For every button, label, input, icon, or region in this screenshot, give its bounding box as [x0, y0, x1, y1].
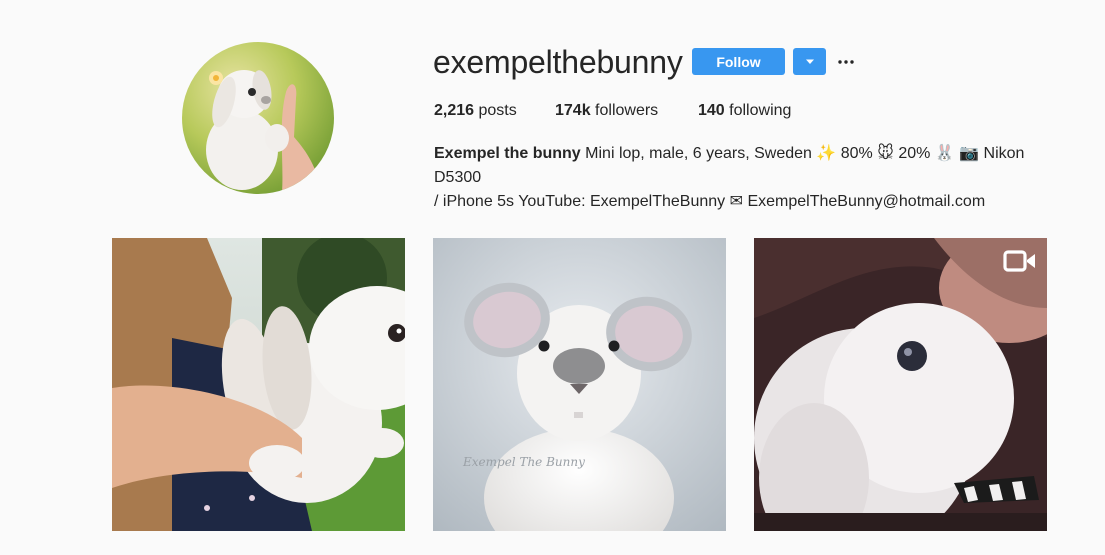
post-tile[interactable]	[112, 238, 405, 531]
followers-count: 174k	[555, 102, 591, 119]
video-camera-icon	[1003, 250, 1035, 272]
post-image	[754, 238, 1047, 531]
bio-line-1: Exempel the bunny Mini lop, male, 6 year…	[434, 142, 1064, 190]
post-tile[interactable]	[754, 238, 1047, 531]
profile-header: exempelthebunny Follow 2,216 posts 174k …	[0, 0, 1105, 215]
profile-bio: Exempel the bunny Mini lop, male, 6 year…	[434, 142, 1064, 214]
bio-full-name: Exempel the bunny	[434, 145, 581, 162]
posts-count: 2,216	[434, 102, 475, 119]
more-options-icon	[838, 60, 854, 64]
chevron-down-icon	[805, 59, 814, 64]
follow-button[interactable]: Follow	[692, 48, 785, 75]
following-label: following	[729, 102, 792, 119]
following-stat[interactable]: 140 following	[698, 102, 791, 120]
profile-avatar[interactable]	[182, 42, 334, 194]
more-options-button[interactable]	[836, 52, 856, 72]
posts-stat: 2,216 posts	[434, 102, 517, 120]
suggestions-dropdown-button[interactable]	[793, 48, 826, 75]
bio-text-line-2: / iPhone 5s YouTube: ExempelTheBunny ✉ E…	[434, 193, 986, 210]
avatar-image	[182, 42, 334, 194]
posts-label: posts	[478, 102, 517, 119]
post-watermark: Exempel The Bunny	[462, 455, 585, 469]
post-tile[interactable]: Exempel The Bunny	[433, 238, 726, 531]
profile-username: exempelthebunny	[433, 44, 683, 80]
followers-label: followers	[595, 102, 659, 119]
post-image: Exempel The Bunny	[433, 238, 726, 531]
post-image	[112, 238, 405, 531]
followers-stat[interactable]: 174k followers	[555, 102, 658, 120]
following-count: 140	[698, 102, 725, 119]
